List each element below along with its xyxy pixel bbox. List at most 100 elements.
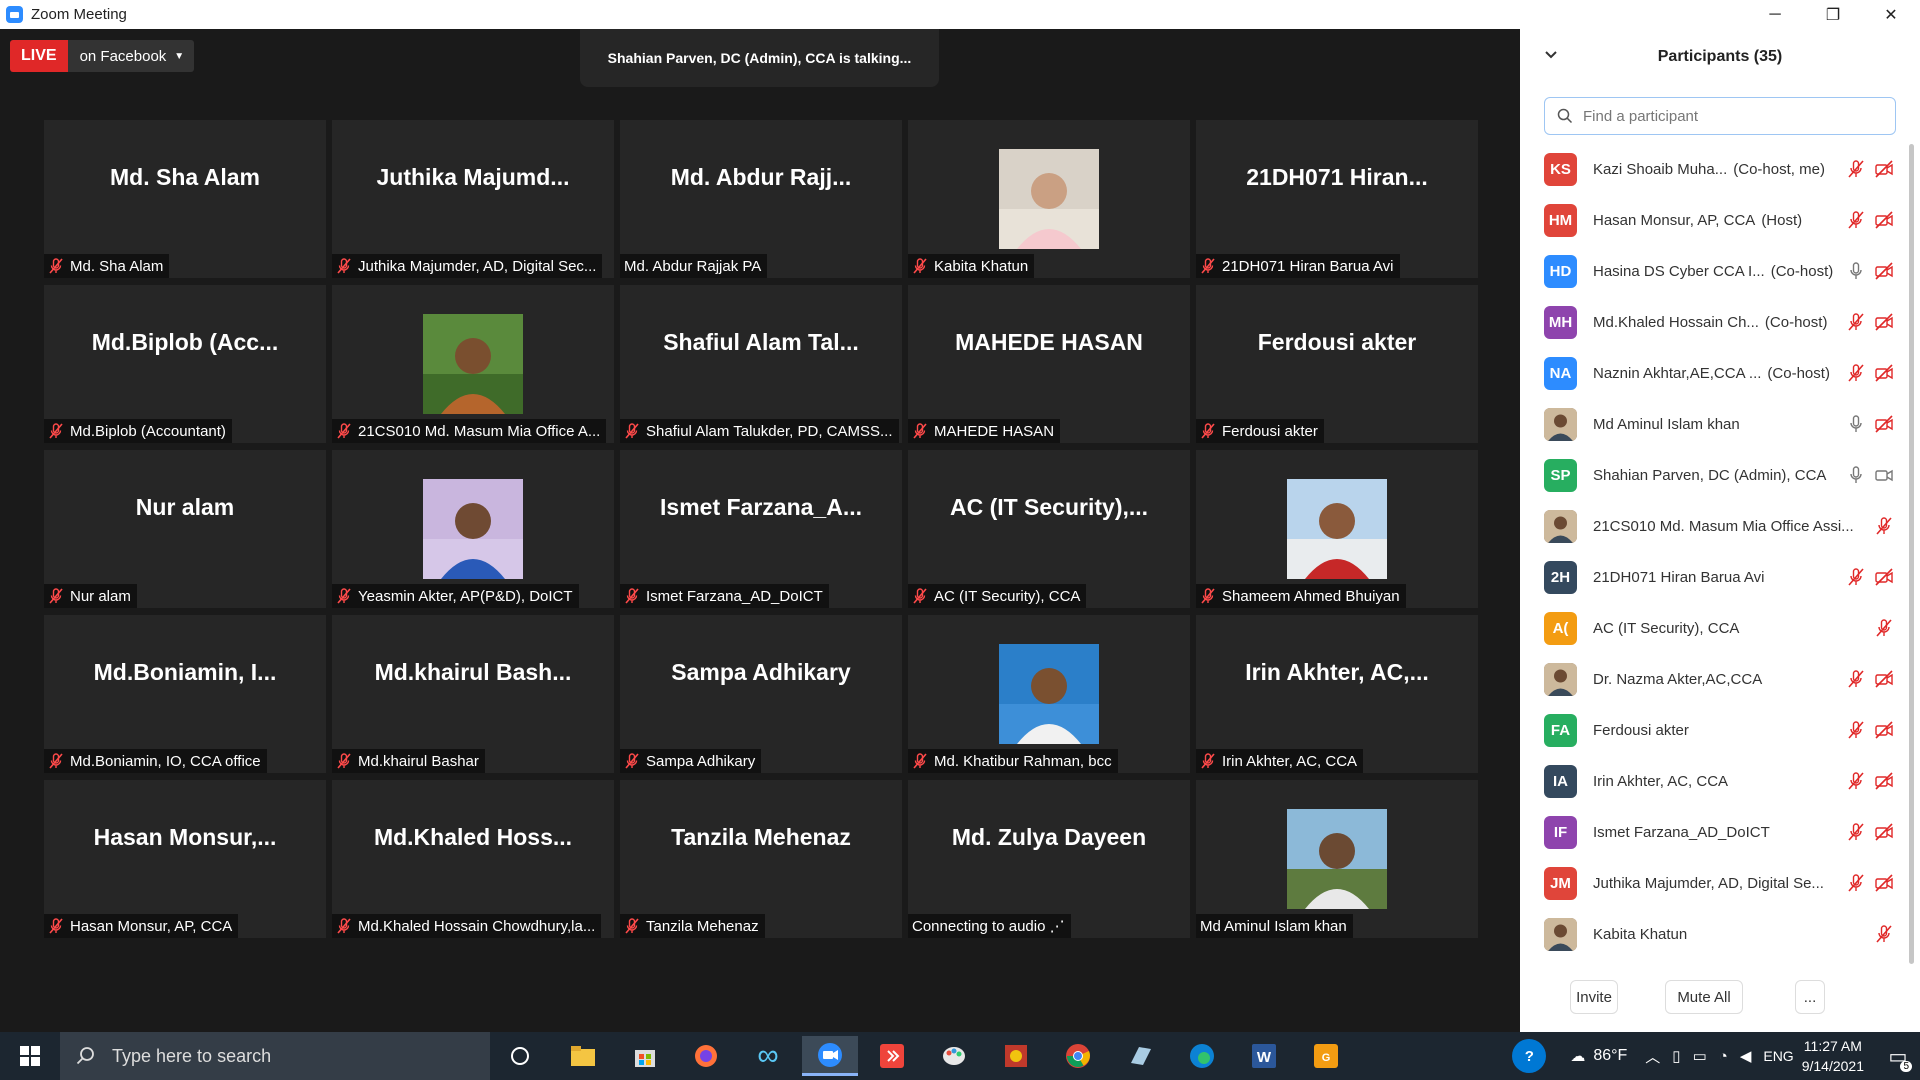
help-icon[interactable]: ? [1512,1039,1547,1073]
mic-muted-icon[interactable] [1874,924,1894,944]
participant-row[interactable]: 21CS010 Md. Masum Mia Office Assi... [1520,501,1906,552]
battery-icon[interactable]: ▭ [1693,1047,1707,1065]
mic-icon[interactable] [1846,261,1866,281]
video-tile[interactable]: Md.Biplob (Acc... Md.Biplob (Accountant) [44,285,326,443]
restore-icon[interactable]: ❐ [1804,0,1862,29]
video-tile[interactable]: MAHEDE HASAN MAHEDE HASAN [908,285,1190,443]
mic-muted-icon[interactable] [1846,873,1866,893]
invite-button[interactable]: Invite [1570,980,1618,1014]
video-off-icon[interactable] [1874,363,1894,383]
edge-icon[interactable] [1174,1036,1230,1076]
participant-search[interactable] [1544,97,1896,135]
video-tile[interactable]: AC (IT Security),... AC (IT Security), CC… [908,450,1190,608]
video-icon[interactable] [1874,465,1894,485]
photo-app-icon[interactable] [988,1036,1044,1076]
notification-center-icon[interactable]: ▭ 5 [1876,1032,1920,1080]
video-off-icon[interactable] [1874,669,1894,689]
firefox-icon[interactable] [678,1036,734,1076]
participant-search-input[interactable] [1581,106,1885,126]
video-off-icon[interactable] [1874,567,1894,587]
participant-row[interactable]: SP Shahian Parven, DC (Admin), CCA [1520,450,1906,501]
video-tile[interactable]: 21DH071 Hiran... 21DH071 Hiran Barua Avi [1196,120,1478,278]
mic-muted-icon[interactable] [1846,822,1866,842]
video-tile[interactable]: Shameem Ahmed Bhuiyan [1196,450,1478,608]
video-tile[interactable]: Ismet Farzana_A... Ismet Farzana_AD_DoICT [620,450,902,608]
participant-row[interactable]: NA Naznin Akhtar,AE,CCA ... (Co-host) [1520,348,1906,399]
video-tile[interactable]: Md. Khatibur Rahman, bcc [908,615,1190,773]
video-off-icon[interactable] [1874,159,1894,179]
store-icon[interactable] [617,1036,673,1076]
minimize-icon[interactable]: ─ [1746,0,1804,29]
video-tile[interactable]: Md. Zulya Dayeen Connecting to audio ⋰ [908,780,1190,938]
video-tile[interactable]: Ferdousi akter Ferdousi akter [1196,285,1478,443]
video-off-icon[interactable] [1874,771,1894,791]
paint-icon[interactable] [926,1036,982,1076]
video-off-icon[interactable] [1874,873,1894,893]
video-tile[interactable]: Sampa Adhikary Sampa Adhikary [620,615,902,773]
video-tile[interactable]: Yeasmin Akter, AP(P&D), DoICT [332,450,614,608]
close-icon[interactable]: ✕ [1862,0,1920,29]
participant-row[interactable]: KS Kazi Shoaib Muha... (Co-host, me) [1520,144,1906,195]
participant-row[interactable]: Dr. Nazma Akter,AC,CCA [1520,654,1906,705]
mic-muted-icon[interactable] [1846,669,1866,689]
video-tile[interactable]: Shafiul Alam Tal... Shafiul Alam Talukder… [620,285,902,443]
mic-muted-icon[interactable] [1846,771,1866,791]
video-tile[interactable]: Md.Khaled Hoss... Md.Khaled Hossain Chowd… [332,780,614,938]
mic-muted-icon[interactable] [1846,720,1866,740]
video-tile[interactable]: Tanzila Mehenaz Tanzila Mehenaz [620,780,902,938]
infinity-app-icon[interactable]: ∞ [740,1036,796,1076]
live-indicator[interactable]: LIVE on Facebook ▼ [10,40,195,72]
video-off-icon[interactable] [1874,312,1894,332]
participant-list-scrollbar[interactable] [1908,144,1915,964]
participant-row[interactable]: Kabita Khatun [1520,909,1906,960]
participant-row[interactable]: Md Aminul Islam khan [1520,399,1906,450]
video-tile[interactable]: 21CS010 Md. Masum Mia Office A... [332,285,614,443]
video-tile[interactable]: Md. Abdur Rajj... Md. Abdur Rajjak PA [620,120,902,278]
participant-row[interactable]: JM Juthika Majumder, AD, Digital Se... [1520,858,1906,909]
video-tile[interactable]: Md Aminul Islam khan [1196,780,1478,938]
video-tile[interactable]: Irin Akhter, AC,... Irin Akhter, AC, CCA [1196,615,1478,773]
participant-row[interactable]: FA Ferdousi akter [1520,705,1906,756]
windows-start-icon[interactable] [0,1032,60,1080]
anydesk-icon[interactable] [864,1036,920,1076]
more-options-button[interactable]: ... [1795,980,1825,1014]
mic-muted-icon[interactable] [1874,516,1894,536]
zoom-taskbar-icon[interactable] [802,1036,858,1076]
notes-app-icon[interactable] [1112,1036,1168,1076]
mic-icon[interactable] [1846,465,1866,485]
video-tile[interactable]: Kabita Khatun [908,120,1190,278]
video-tile[interactable]: Md.Boniamin, I... Md.Boniamin, IO, CCA of… [44,615,326,773]
video-off-icon[interactable] [1874,720,1894,740]
video-off-icon[interactable] [1874,210,1894,230]
chrome-icon[interactable] [1050,1036,1106,1076]
mute-all-button[interactable]: Mute All [1665,980,1743,1014]
video-off-icon[interactable] [1874,414,1894,434]
clock[interactable]: 11:27 AM 9/14/2021 [1802,1036,1864,1076]
participant-row[interactable]: MH Md.Khaled Hossain Ch... (Co-host) [1520,297,1906,348]
video-tile[interactable]: Md. Sha Alam Md. Sha Alam [44,120,326,278]
pdf-app-icon[interactable]: G [1298,1036,1354,1076]
mic-muted-icon[interactable] [1874,618,1894,638]
language-indicator[interactable]: ENG [1763,1048,1793,1064]
cortana-icon[interactable] [492,1036,548,1076]
participant-row[interactable]: A(AC (IT Security), CCA [1520,603,1906,654]
mic-icon[interactable] [1846,414,1866,434]
mic-muted-icon[interactable] [1846,210,1866,230]
weather-temp[interactable]: 86°F [1593,1047,1627,1065]
video-off-icon[interactable] [1874,822,1894,842]
participant-row[interactable]: HD Hasina DS Cyber CCA I... (Co-host) [1520,246,1906,297]
volume-icon[interactable]: ◀ [1740,1047,1752,1065]
video-tile[interactable]: Md.khairul Bash... Md.khairul Bashar [332,615,614,773]
word-icon[interactable]: W [1236,1036,1292,1076]
video-tile[interactable]: Hasan Monsur,... Hasan Monsur, AP, CCA [44,780,326,938]
mic-muted-icon[interactable] [1846,363,1866,383]
show-hidden-icons-icon[interactable]: ︿ [1645,1046,1660,1067]
wifi-icon[interactable]: ◔ [1719,1048,1728,1065]
mic-muted-icon[interactable] [1846,312,1866,332]
video-off-icon[interactable] [1874,261,1894,281]
live-platform-dropdown[interactable]: on Facebook ▼ [67,40,195,72]
mic-muted-icon[interactable] [1846,159,1866,179]
file-explorer-icon[interactable] [555,1036,611,1076]
device-icon[interactable]: ▯ [1672,1047,1680,1065]
video-tile[interactable]: Nur alam Nur alam [44,450,326,608]
